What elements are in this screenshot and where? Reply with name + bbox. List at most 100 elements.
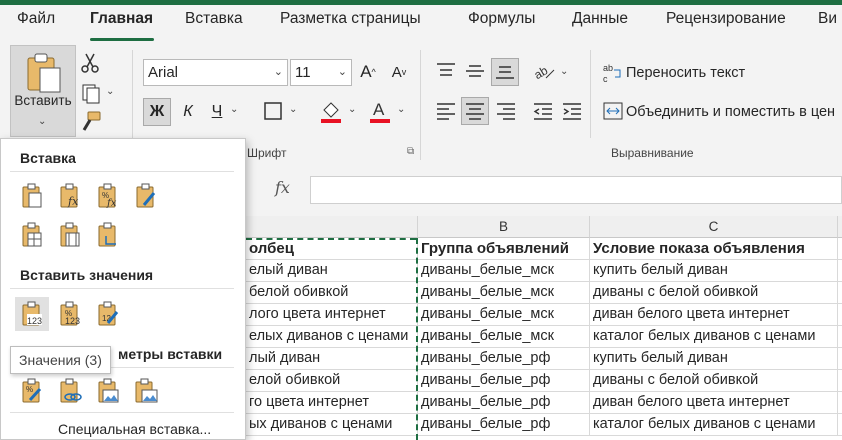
table-cell[interactable]: диваны_белые_рф (418, 414, 590, 436)
tab-formulas[interactable]: Формулы (468, 10, 535, 28)
fill-color-icon[interactable] (318, 98, 344, 124)
borders-icon[interactable] (262, 100, 284, 122)
column-header-a[interactable] (246, 216, 418, 238)
chevron-down-icon: ⌄ (337, 66, 347, 78)
chevron-down-icon[interactable]: ⌄ (38, 116, 46, 127)
table-cell[interactable]: купить белый диван (590, 260, 838, 282)
dialog-launcher-icon[interactable]: ⧉ (407, 146, 414, 157)
table-cell[interactable]: лый диван (246, 348, 418, 370)
paste-keep-source-formatting-icon[interactable] (131, 181, 161, 211)
formula-input[interactable] (310, 176, 842, 204)
tab-home[interactable]: Главная (90, 10, 153, 28)
table-cell[interactable]: диваны_белые_рф (418, 392, 590, 414)
tab-file[interactable]: Файл (17, 10, 55, 28)
align-top-icon[interactable] (436, 62, 456, 80)
merge-center-button[interactable]: Объединить и поместить в цен (626, 104, 835, 120)
tab-view[interactable]: Ви (818, 10, 837, 28)
paste-link-icon[interactable] (55, 376, 85, 406)
paste-transpose-icon[interactable] (93, 220, 123, 250)
increase-indent-icon[interactable] (562, 102, 582, 120)
svg-text:ab: ab (532, 63, 550, 82)
grow-font-icon[interactable]: A ^ (357, 60, 379, 84)
table-cell[interactable]: каталог белых диванов с ценами (590, 414, 838, 436)
table-cell[interactable] (838, 260, 842, 282)
tab-page-layout[interactable]: Разметка страницы (280, 10, 421, 28)
orientation-chevron-icon[interactable]: ⌄ (560, 66, 568, 77)
table-cell[interactable]: диваны_белые_мск (418, 326, 590, 348)
align-right-icon[interactable] (496, 102, 516, 120)
fx-icon[interactable]: fx (275, 178, 290, 197)
underline-chevron-icon[interactable]: ⌄ (230, 104, 238, 115)
paste-special-item[interactable]: Специальная вставка... (58, 421, 211, 437)
paste-picture-icon[interactable] (93, 376, 123, 406)
column-header-d[interactable] (838, 216, 842, 238)
orientation-icon[interactable]: ab (532, 60, 558, 82)
table-cell[interactable] (838, 238, 842, 260)
table-cell[interactable] (838, 392, 842, 414)
tab-review[interactable]: Рецензирование (666, 10, 786, 28)
fill-chevron-icon[interactable]: ⌄ (348, 104, 356, 115)
table-cell[interactable] (838, 282, 842, 304)
table-cell[interactable] (838, 326, 842, 348)
table-cell[interactable]: елых диванов с ценами (246, 326, 418, 348)
wrap-text-icon[interactable]: abc (602, 62, 624, 84)
paste-values-icon[interactable]: 123 (15, 297, 49, 331)
font-color-chevron-icon[interactable]: ⌄ (397, 104, 405, 115)
borders-chevron-icon[interactable]: ⌄ (289, 104, 297, 115)
column-heading-cell[interactable]: Условие показа объявления (590, 238, 838, 260)
underline-button[interactable]: Ч (205, 98, 229, 126)
column-header-c[interactable]: C (590, 216, 838, 238)
table-cell[interactable] (838, 304, 842, 326)
paste-values-number-format-icon[interactable]: % 123 (55, 299, 85, 329)
table-cell[interactable]: диваны_белые_мск (418, 304, 590, 326)
column-heading-cell[interactable]: Группа объявлений (418, 238, 590, 260)
table-cell[interactable]: диваны_белые_рф (418, 370, 590, 392)
paste-formulas-icon[interactable]: fx (55, 181, 85, 211)
wrap-text-button[interactable]: Переносить текст (626, 65, 745, 81)
copy-chevron-icon[interactable]: ⌄ (106, 86, 114, 97)
table-cell[interactable] (838, 370, 842, 392)
table-cell[interactable]: диваны с белой обивкой (590, 370, 838, 392)
column-heading-cell[interactable]: олбец (246, 238, 418, 260)
shrink-font-icon[interactable]: Av (388, 60, 410, 84)
font-size-combo[interactable]: 11 ⌄ (290, 59, 352, 86)
table-cell[interactable]: го цвета интернет (246, 392, 418, 414)
table-cell[interactable]: диван белого цвета интернет (590, 304, 838, 326)
paste-no-borders-icon[interactable] (17, 220, 47, 250)
table-cell[interactable] (838, 348, 842, 370)
table-cell[interactable]: лого цвета интернет (246, 304, 418, 326)
paste-values-source-formatting-icon[interactable]: 12 (93, 299, 123, 329)
table-cell[interactable]: ых диванов с ценами (246, 414, 418, 436)
font-name-combo[interactable]: Arial ⌄ (143, 59, 288, 86)
paste-formatting-icon[interactable]: % (17, 376, 47, 406)
scissors-icon[interactable] (80, 52, 100, 74)
format-painter-icon[interactable] (80, 110, 102, 132)
align-middle-icon[interactable] (465, 62, 485, 80)
table-cell[interactable]: купить белый диван (590, 348, 838, 370)
paste-linked-picture-icon[interactable] (131, 376, 161, 406)
paste-formulas-number-format-icon[interactable]: % fx (93, 181, 123, 211)
table-cell[interactable]: диваны с белой обивкой (590, 282, 838, 304)
table-cell[interactable]: елый диван (246, 260, 418, 282)
decrease-indent-icon[interactable] (533, 102, 553, 120)
excel-window: Файл Главная Вставка Разметка страницы Ф… (0, 0, 842, 440)
tab-data[interactable]: Данные (572, 10, 628, 28)
table-cell[interactable] (838, 414, 842, 436)
font-color-icon[interactable]: A (368, 98, 392, 124)
table-cell[interactable]: каталог белых диванов с ценами (590, 326, 838, 348)
table-cell[interactable]: диваны_белые_мск (418, 282, 590, 304)
copy-icon[interactable] (80, 82, 102, 104)
tab-insert[interactable]: Вставка (185, 10, 243, 28)
paste-keep-column-widths-icon[interactable] (55, 220, 85, 250)
table-cell[interactable]: диван белого цвета интернет (590, 392, 838, 414)
paste-icon[interactable] (17, 181, 47, 211)
bold-button[interactable]: Ж (143, 98, 171, 126)
merge-center-icon[interactable] (602, 100, 624, 122)
italic-button[interactable]: К (176, 98, 200, 126)
align-left-icon[interactable] (436, 102, 456, 120)
table-cell[interactable]: диваны_белые_рф (418, 348, 590, 370)
column-header-b[interactable]: B (418, 216, 590, 238)
table-cell[interactable]: елой обивкой (246, 370, 418, 392)
table-cell[interactable]: белой обивкой (246, 282, 418, 304)
table-cell[interactable]: диваны_белые_мск (418, 260, 590, 282)
